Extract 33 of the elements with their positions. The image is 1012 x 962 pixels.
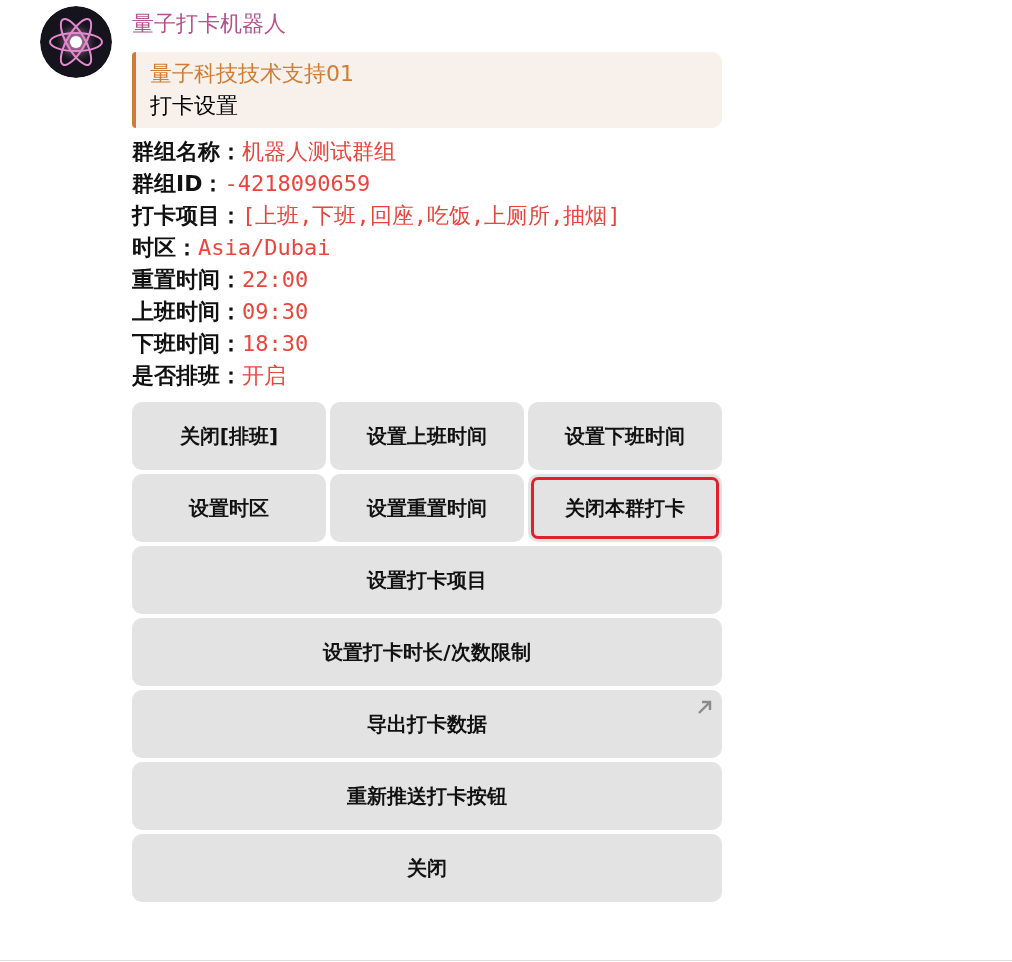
field-label: 上班时间：	[132, 298, 242, 326]
field-value: 09:30	[242, 298, 309, 326]
keyboard-button[interactable]: 关闭	[132, 834, 722, 902]
keyboard-button[interactable]: 关闭本群打卡	[528, 474, 722, 542]
keyboard-button[interactable]: 关闭[排班]	[132, 402, 326, 470]
reply-quote[interactable]: 量子科技技术支持01 打卡设置	[132, 52, 722, 128]
field-value: -4218090659	[224, 170, 371, 198]
field-value: 机器人测试群组	[242, 138, 396, 166]
keyboard-button[interactable]: 设置打卡时长/次数限制	[132, 618, 722, 686]
keyboard-button[interactable]: 重新推送打卡按钮	[132, 762, 722, 830]
keyboard-button[interactable]: 设置打卡项目	[132, 546, 722, 614]
field-label: 下班时间：	[132, 330, 242, 358]
keyboard-button[interactable]: 导出打卡数据	[132, 690, 722, 758]
field-label: 打卡项目：	[132, 202, 242, 230]
keyboard-button[interactable]: 设置下班时间	[528, 402, 722, 470]
field-label: 群组ID：	[132, 170, 225, 198]
field-value: 18:30	[242, 330, 309, 358]
avatar	[40, 6, 112, 78]
arrow-icon	[697, 699, 713, 715]
keyboard-button[interactable]: 设置时区	[132, 474, 326, 542]
reply-author: 量子科技技术支持01	[150, 60, 355, 88]
reply-text: 打卡设置	[150, 92, 239, 120]
field-value: Asia/Dubai	[198, 234, 331, 262]
field-value: 开启	[242, 362, 286, 390]
field-label: 群组名称：	[132, 138, 242, 166]
field-label: 重置时间：	[132, 266, 242, 294]
field-value: [上班,下班,回座,吃饭,上厕所,抽烟]	[242, 202, 621, 230]
keyboard-button[interactable]: 设置上班时间	[330, 402, 524, 470]
sender-name: 量子打卡机器人	[132, 10, 287, 38]
field-value: 22:00	[242, 266, 309, 294]
field-label: 时区：	[132, 234, 198, 262]
keyboard-button[interactable]: 设置重置时间	[330, 474, 524, 542]
field-label: 是否排班：	[132, 362, 242, 390]
